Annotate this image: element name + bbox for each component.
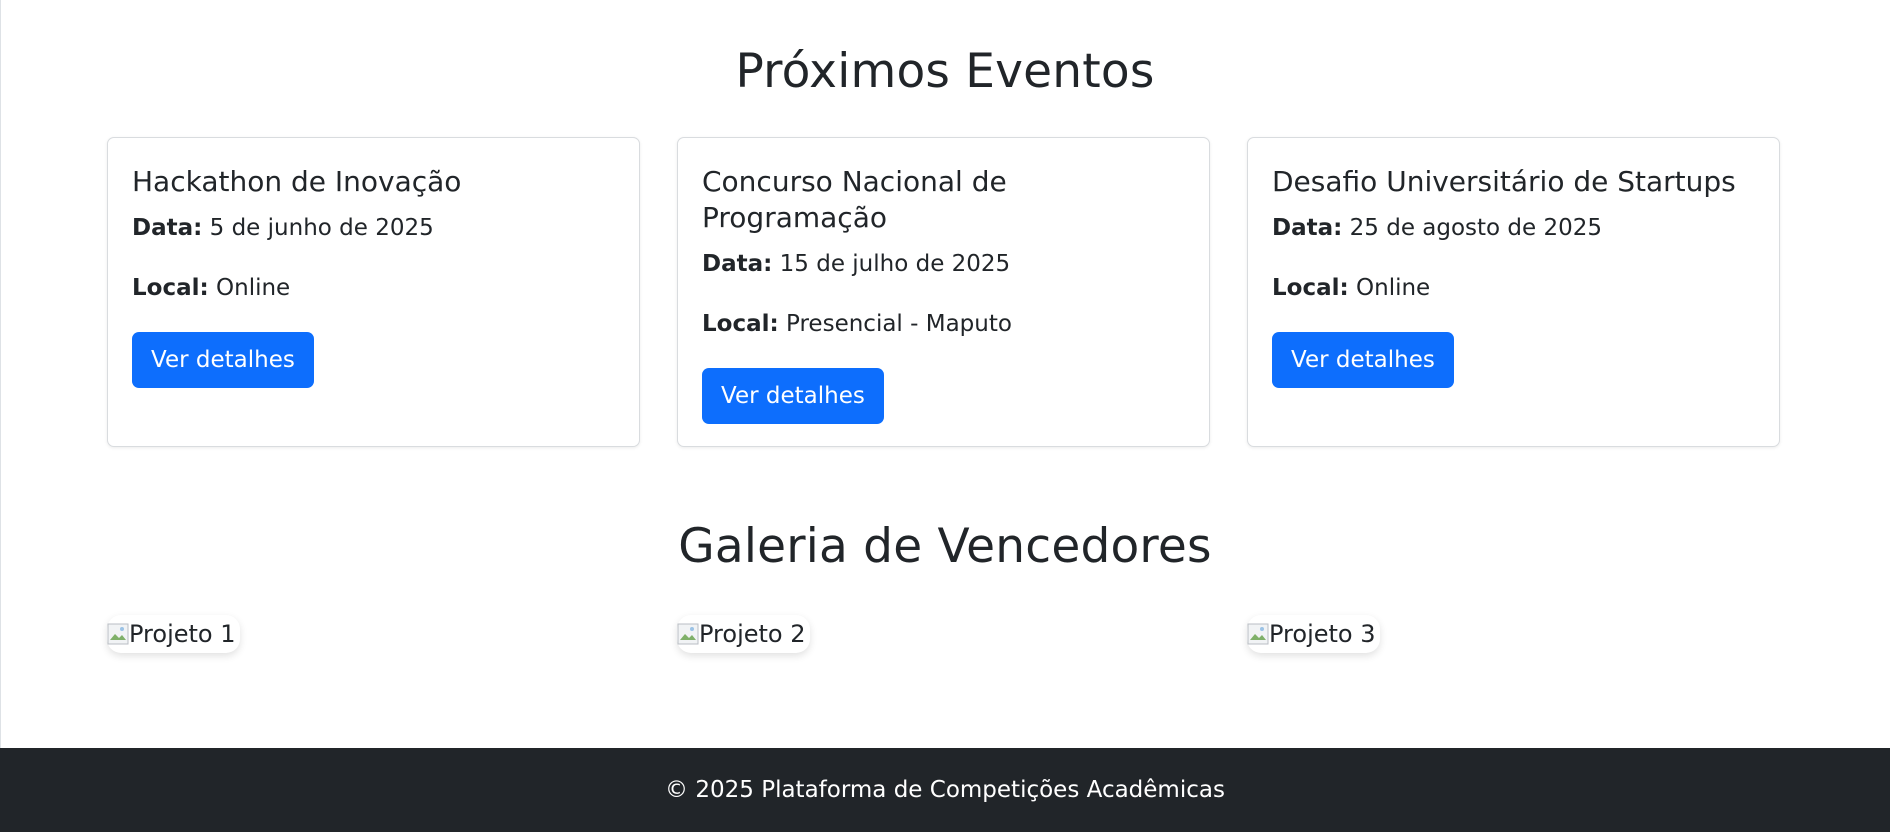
event-location-label: Local: (132, 275, 209, 301)
event-date: Data: 5 de junho de 2025 (132, 212, 615, 244)
gallery-image: Projeto 1 (107, 615, 240, 653)
event-location: Local: Online (1272, 272, 1755, 304)
footer: © 2025 Plataforma de Competições Acadêmi… (0, 748, 1890, 832)
gallery-image: Projeto 2 (677, 615, 810, 653)
event-location-value: Online (216, 275, 291, 301)
view-details-button[interactable]: Ver detalhes (1272, 332, 1454, 388)
event-date-label: Data: (702, 251, 773, 277)
event-card: Desafio Universitário de Startups Data: … (1247, 137, 1780, 447)
gallery-section-title: Galeria de Vencedores (678, 519, 1212, 574)
event-date-label: Data: (132, 215, 203, 241)
event-date: Data: 25 de agosto de 2025 (1272, 212, 1755, 244)
footer-text: © 2025 Plataforma de Competições Acadêmi… (665, 777, 1225, 803)
event-location: Local: Online (132, 272, 615, 304)
view-details-button[interactable]: Ver detalhes (702, 368, 884, 424)
gallery-image-alt: Projeto 2 (699, 620, 806, 648)
event-card: Hackathon de Inovação Data: 5 de junho d… (107, 137, 640, 447)
broken-image-icon (677, 623, 699, 645)
event-title: Desafio Universitário de Startups (1272, 165, 1736, 198)
event-date-value: 15 de julho de 2025 (779, 251, 1011, 277)
event-date-value: 25 de agosto de 2025 (1349, 215, 1603, 241)
event-location-value: Online (1356, 275, 1431, 301)
event-location-value: Presencial - Maputo (786, 311, 1012, 337)
event-date-value: 5 de junho de 2025 (209, 215, 434, 241)
page: Próximos Eventos Hackathon de Inovação D… (0, 0, 1890, 832)
events-section-title: Próximos Eventos (735, 44, 1155, 99)
gallery-image-alt: Projeto 1 (129, 620, 236, 648)
broken-image-icon (107, 623, 129, 645)
event-title: Concurso Nacional de Programação (702, 165, 1007, 234)
broken-image-icon (1247, 623, 1269, 645)
event-title: Hackathon de Inovação (132, 165, 462, 198)
event-location-label: Local: (1272, 275, 1349, 301)
gallery-image-alt: Projeto 3 (1269, 620, 1376, 648)
event-date: Data: 15 de julho de 2025 (702, 248, 1185, 280)
page-edge (0, 0, 1, 748)
gallery-image: Projeto 3 (1247, 615, 1380, 653)
event-card: Concurso Nacional de Programação Data: 1… (677, 137, 1210, 447)
event-date-label: Data: (1272, 215, 1343, 241)
event-location-label: Local: (702, 311, 779, 337)
view-details-button[interactable]: Ver detalhes (132, 332, 314, 388)
event-location: Local: Presencial - Maputo (702, 308, 1185, 340)
